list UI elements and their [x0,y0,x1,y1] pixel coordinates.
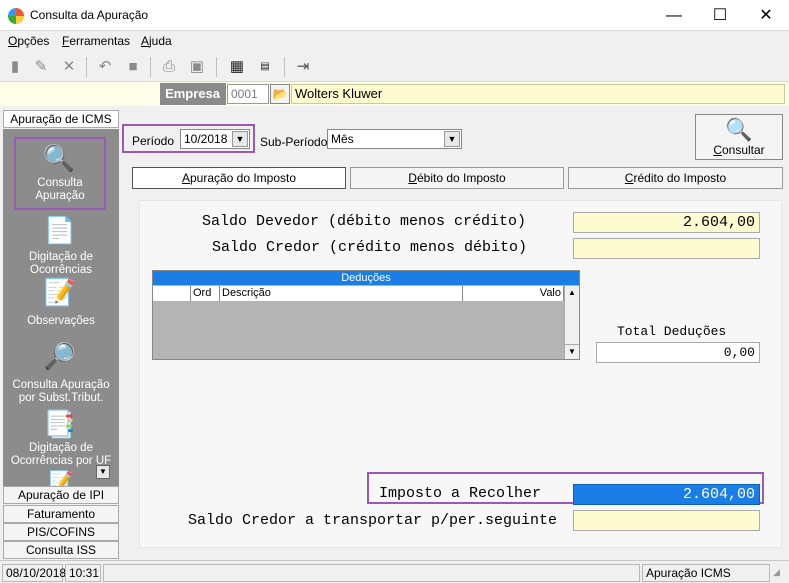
empresa-code-field[interactable]: 0001 [227,84,269,104]
imposto-recolher-label: Imposto a Recolher [379,485,542,502]
title-bar: Consulta da Apuração — ☐ ✕ [0,0,789,31]
status-module: Apuração ICMS [642,564,770,582]
consulta-search-icon: 🔍 [42,143,76,173]
grid-header-valor[interactable]: Valo [463,286,564,301]
undo-icon[interactable]: ↶ [94,56,116,78]
menu-opcoes[interactable]: Opções [8,34,49,48]
total-deducoes-value: 0,00 [596,342,760,363]
st-search-icon[interactable]: 🔎 [43,339,77,373]
periodo-select[interactable]: 10/2018 ▼ [180,129,250,149]
edit-icon[interactable]: ✎ [30,56,52,78]
total-deducoes-label: Total Deduções [617,324,727,339]
chevron-down-icon[interactable]: ▼ [232,131,248,147]
sidebar-tab-ipi[interactable]: Apuração de IPI [3,486,119,504]
toolbar-separator [86,57,87,77]
sidebar-tab-consulta-iss[interactable]: Consulta ISS [3,541,119,559]
deducoes-grid[interactable]: Deduções Ord Descrição Valo ▲ ▼ [152,270,580,360]
toolbar: ▮ ✎ ✕ ↶ ■ ⎙ ▣ ▦ ▤ ⇥ [0,52,789,82]
status-bar: 08/10/2018 10:31 Apuração ICMS ◢ [0,560,789,583]
resize-grip-icon[interactable]: ◢ [773,567,785,579]
sidebar-item-digitacao-ocorrencias[interactable]: Digitação de Ocorrências [3,251,119,277]
toolbar-separator [284,57,285,77]
tab-debito-imposto[interactable]: Débito do Imposto [350,167,564,189]
st-document-icon[interactable]: 📑 [43,407,77,441]
new-icon[interactable]: ▮ [4,56,26,78]
close-button[interactable]: ✕ [743,0,789,31]
menu-ajuda[interactable]: Ajuda [141,34,172,48]
app-icon [8,8,24,24]
chevron-down-icon[interactable]: ▼ [444,131,460,147]
periodo-label: Período [132,134,175,148]
window-title: Consulta da Apuração [30,8,149,22]
calculator-icon[interactable]: ▦ [226,56,248,78]
status-time: 10:31 [65,564,101,582]
maximize-button[interactable]: ☐ [697,0,743,31]
sidebar-tab-faturamento[interactable]: Faturamento [3,505,119,523]
print-icon[interactable]: ⎙ [158,56,180,78]
sidebar: Apuração de ICMS 🔍 Consulta Apuração 📄 Di… [3,110,119,559]
notepad-icon-partial: 📝 [48,471,74,486]
open-folder-icon[interactable]: 📂 [270,84,290,104]
delete-icon[interactable]: ✕ [58,56,80,78]
menu-bar: Opções Ferramentas Ajuda [0,31,789,51]
sidebar-tab-icms[interactable]: Apuração de ICMS [3,110,119,128]
sidebar-item-consulta-subst-tribut[interactable]: Consulta Apuração por Subst.Tribut. [3,379,119,405]
sidebar-panel: 🔍 Consulta Apuração 📄 Digitação de Ocorrên… [3,129,119,486]
saldo-credor-label: Saldo Credor (crédito menos débito) [212,239,528,256]
saldo-devedor-label: Saldo Devedor (débito menos crédito) [202,213,527,230]
tab-apuracao-imposto[interactable]: Apuração do Imposto [132,167,346,189]
toolbar-separator [150,57,151,77]
toolbar-separator [216,57,217,77]
grid-scrollbar[interactable]: ▲ ▼ [564,286,579,359]
scroll-down-icon[interactable]: ▼ [96,465,110,479]
periodo-group: Período 10/2018 ▼ [122,124,255,153]
sidebar-tab-pis-cofins[interactable]: PIS/COFINS [3,523,119,541]
imposto-recolher-group: Imposto a Recolher 2.604,00 [367,472,764,505]
export-icon[interactable]: ▣ [186,56,208,78]
empresa-label: Empresa [160,83,226,105]
saldo-transportar-label: Saldo Credor a transportar p/per.seguint… [188,512,558,529]
imposto-recolher-value: 2.604,00 [573,484,760,505]
scroll-up-icon[interactable]: ▲ [565,286,579,300]
notepad-pen-icon[interactable]: 📝 [43,275,77,309]
saldo-credor-value [573,238,760,259]
saldo-devedor-value: 2.604,00 [573,212,760,233]
stop-icon[interactable]: ■ [122,56,144,78]
subperiodo-select[interactable]: Mês ▼ [327,129,462,149]
consultar-search-icon: 🔍 [725,117,753,142]
exit-door-icon[interactable]: ⇥ [292,56,314,78]
grid-header-ord[interactable]: Ord [191,286,220,301]
sidebar-item-consulta-apuracao[interactable]: 🔍 Consulta Apuração [14,137,106,210]
scroll-down-icon[interactable]: ▼ [565,344,579,358]
status-date: 08/10/2018 [2,564,66,582]
tab-credito-imposto[interactable]: Crédito do Imposto [568,167,783,189]
empresa-name-field: Wolters Kluwer [291,84,785,104]
main-area: Período 10/2018 ▼ Sub-Período Mês ▼ 🔍 Co… [122,110,786,558]
sped-icon[interactable]: ▤ [254,56,276,78]
sidebar-item-label: Consulta Apuração [35,177,85,202]
menu-ferramentas[interactable]: Ferramentas [62,34,130,48]
grid-header-select [153,286,191,301]
sidebar-item-observacoes[interactable]: Observações [3,315,119,328]
deducoes-grid-caption: Deduções [153,271,579,285]
status-message [103,564,640,582]
consultar-button[interactable]: 🔍 Consultar [695,114,783,160]
subperiodo-label: Sub-Período [260,135,328,149]
document-search-icon[interactable]: 📄 [43,213,77,247]
grid-header-descricao[interactable]: Descrição [220,286,463,301]
saldo-transportar-value [573,510,760,531]
minimize-button[interactable]: — [651,0,697,31]
